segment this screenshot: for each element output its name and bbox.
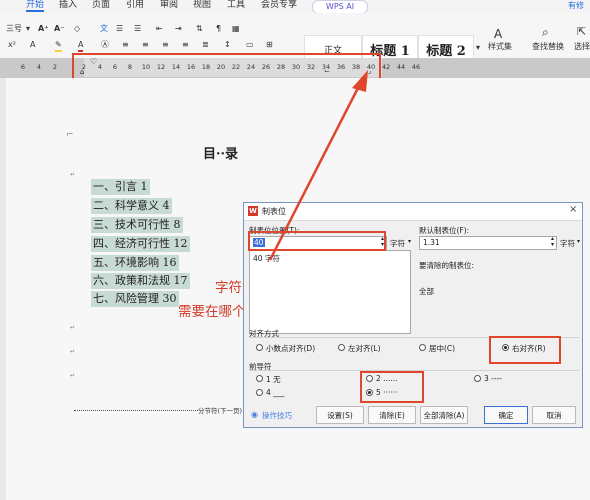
annotation-arrow <box>268 70 368 261</box>
